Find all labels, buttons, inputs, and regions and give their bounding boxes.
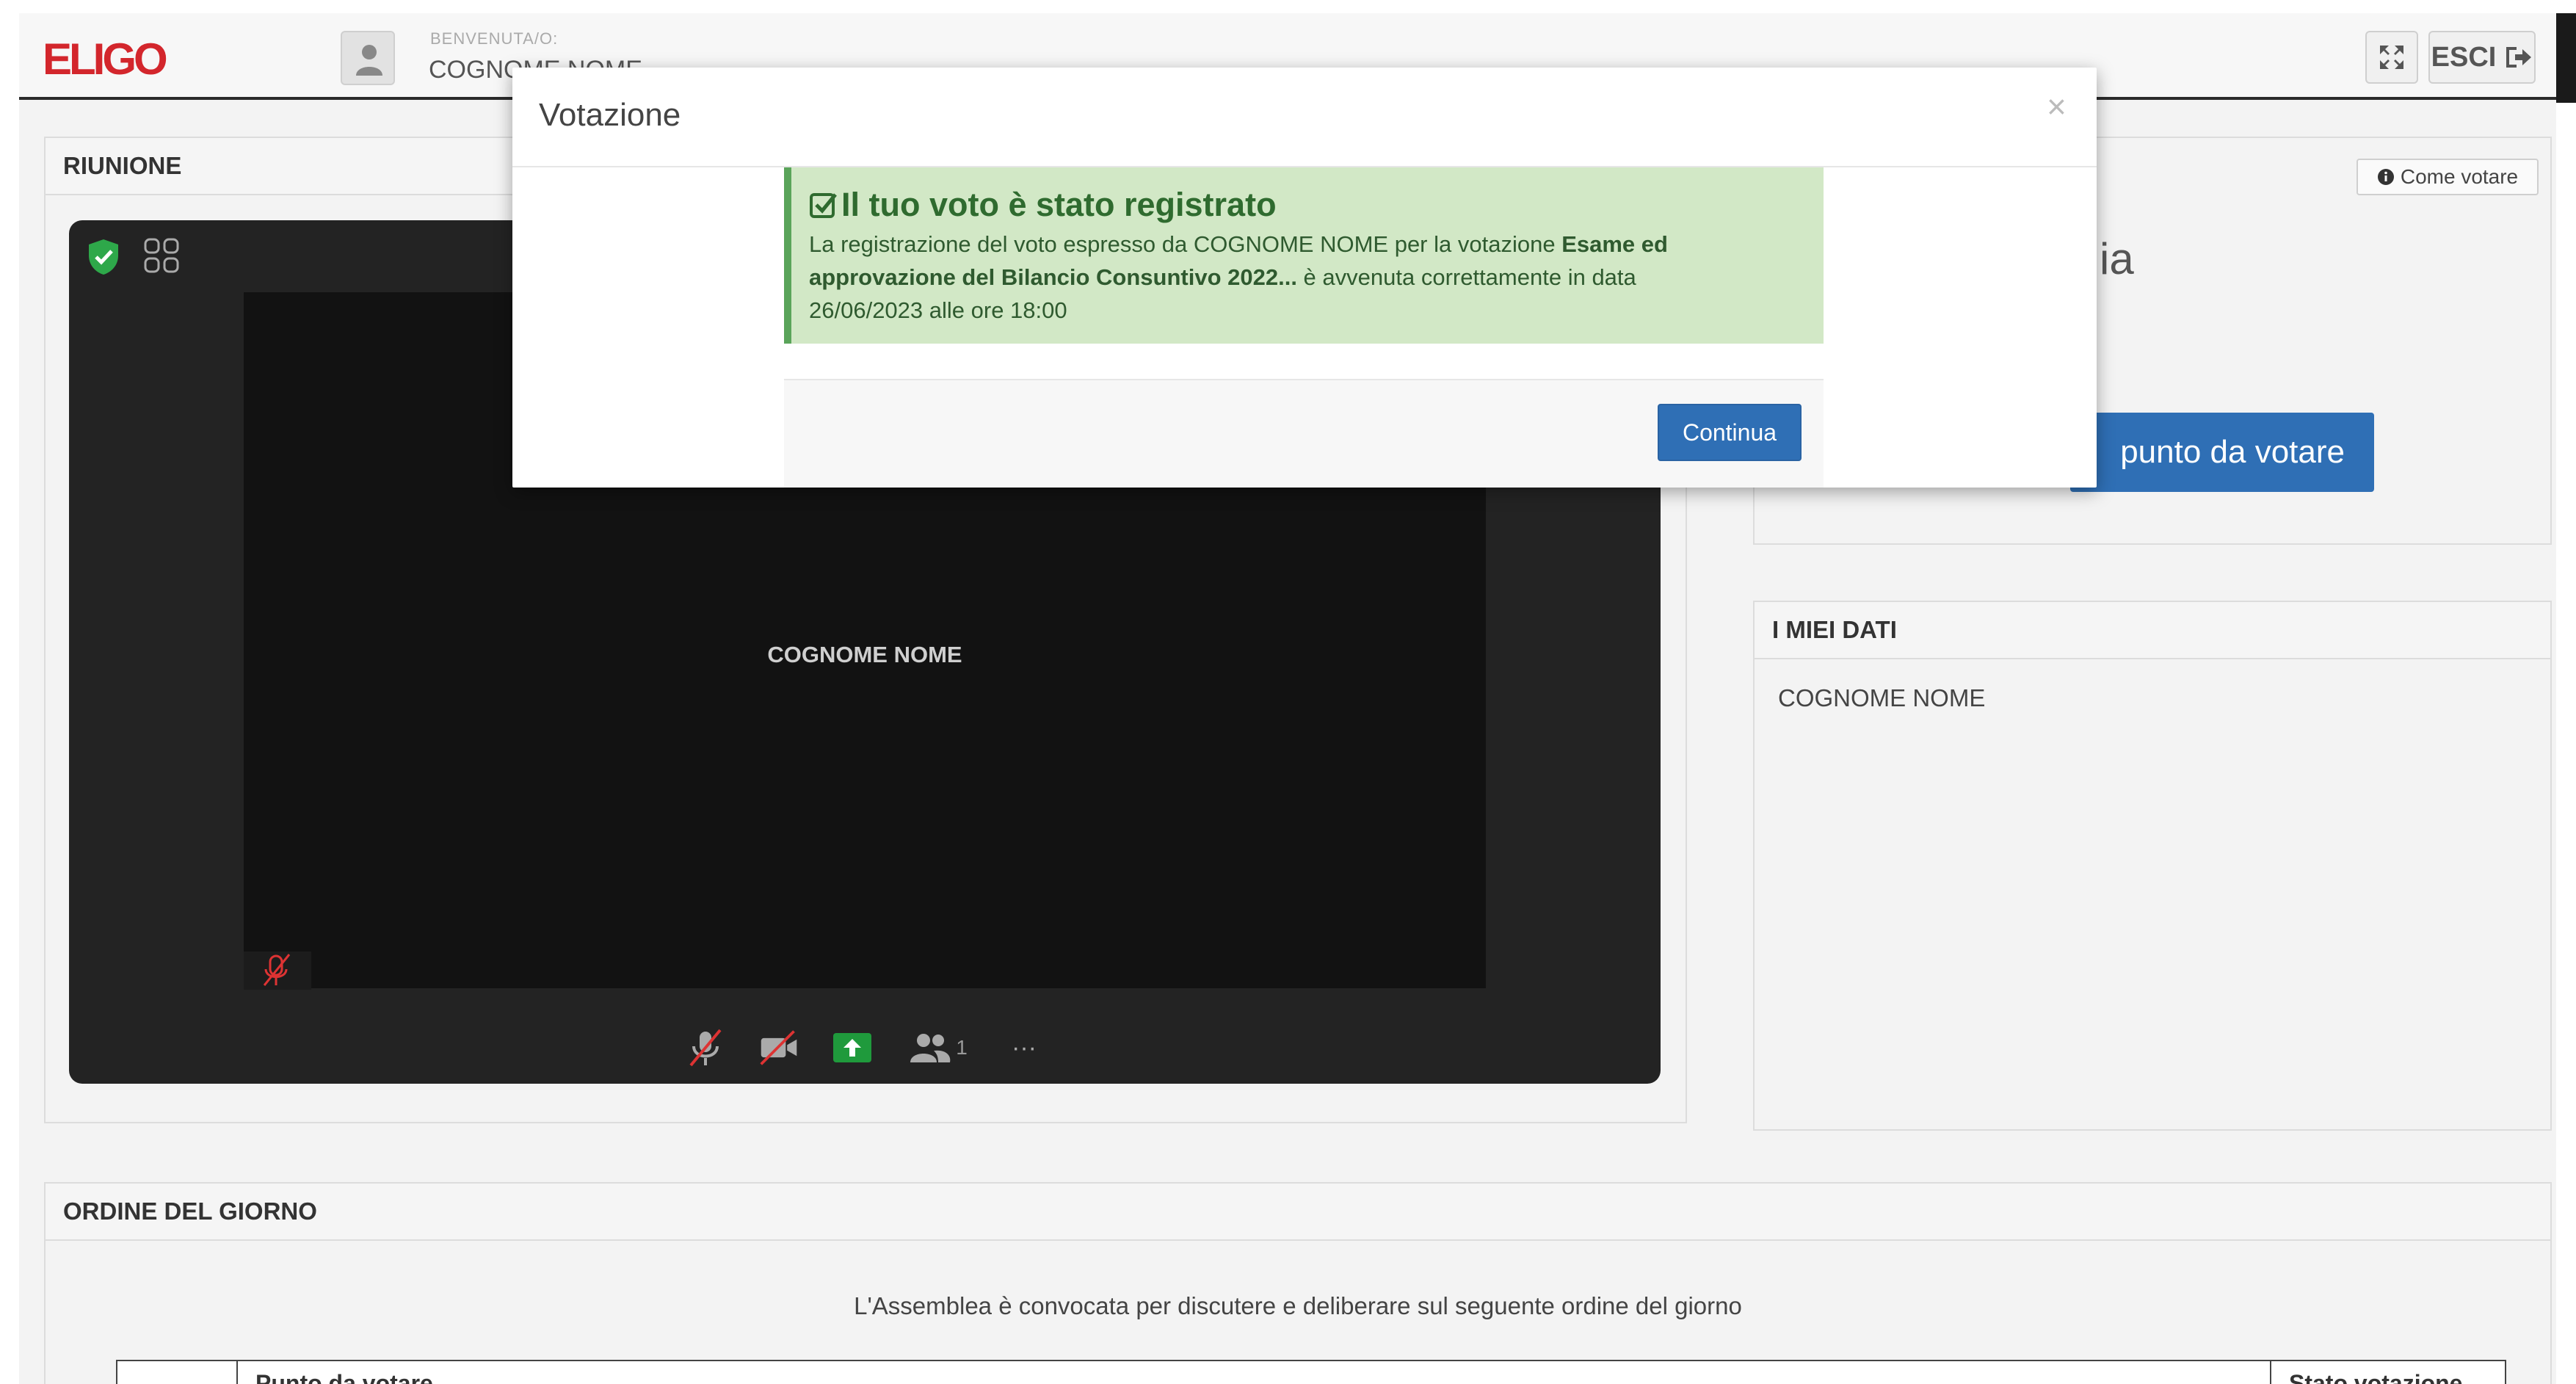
vote-modal: Votazione × Il tuo voto è stato registra…: [512, 68, 2097, 488]
modal-footer: Continua: [784, 379, 1824, 488]
alert-bold-2: approvazione del Bilancio Consuntivo 202…: [809, 264, 1297, 290]
alert-title-text: Il tuo voto è stato registrato: [841, 186, 1277, 223]
checkbox-check-icon: [810, 193, 837, 218]
alert-title: Il tuo voto è stato registrato: [809, 185, 1806, 225]
modal-header: Votazione ×: [512, 68, 2097, 167]
alert-text-1: La registrazione del voto espresso da CO…: [809, 231, 1562, 257]
modal-title: Votazione: [539, 97, 681, 133]
vote-success-alert: Il tuo voto è stato registrato La regist…: [784, 167, 1824, 344]
continue-button[interactable]: Continua: [1658, 404, 1802, 461]
close-icon[interactable]: ×: [2047, 87, 2067, 126]
alert-body: La registrazione del voto espresso da CO…: [809, 228, 1806, 327]
alert-text-3: 26/06/2023 alle ore 18:00: [809, 297, 1067, 323]
alert-bold-1: Esame ed: [1561, 231, 1668, 257]
alert-text-2: è avvenuta correttamente in data: [1296, 264, 1636, 290]
modal-overlay: Votazione × Il tuo voto è stato registra…: [0, 0, 2576, 1384]
